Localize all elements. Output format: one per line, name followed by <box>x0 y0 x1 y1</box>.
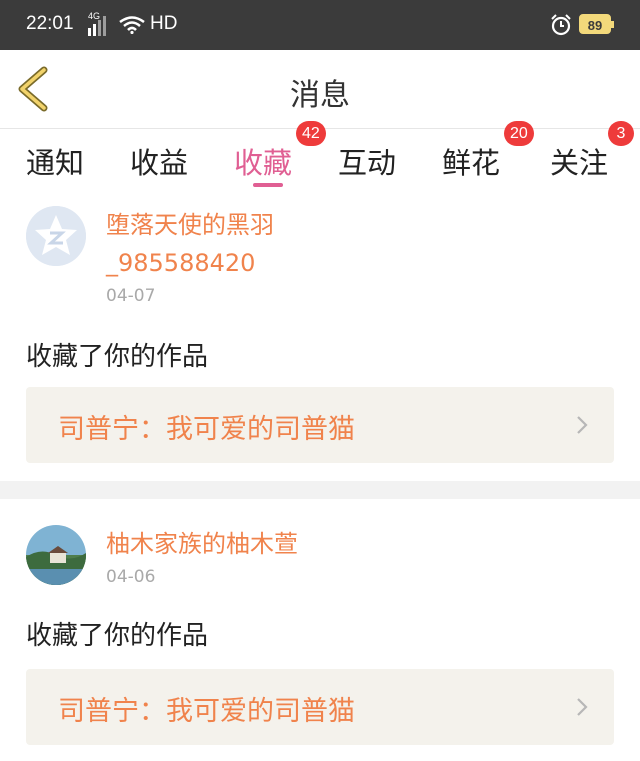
landscape-avatar-image <box>26 525 86 585</box>
date-label: 04-07 <box>106 286 156 306</box>
avatar[interactable] <box>26 206 86 266</box>
work-link[interactable]: 司普宁：我可爱的司普猫 <box>26 387 614 463</box>
list-item: 堕落天使的黑羽_985588420 04-07 收藏了你的作品 司普宁：我可爱的… <box>0 190 640 481</box>
active-tab-indicator <box>253 183 283 187</box>
following-badge: 3 <box>608 121 634 146</box>
user-name[interactable]: 柚木家族的柚木萱 <box>106 525 406 563</box>
avatar[interactable] <box>26 525 86 585</box>
tab-interactions[interactable]: 互动 <box>338 140 396 182</box>
work-title: 司普宁：我可爱的司普猫 <box>58 414 355 445</box>
qzone-star-icon <box>26 206 86 266</box>
tab-notifications[interactable]: 通知 <box>26 140 84 182</box>
tab-earnings[interactable]: 收益 <box>130 140 188 182</box>
alarm-icon <box>551 14 571 36</box>
cellular-signal-icon: 4G <box>88 11 106 36</box>
battery-level: 89 <box>587 18 603 33</box>
tab-bar: 通知 收益 收藏 42 互动 鲜花 20 关注 3 <box>0 121 640 190</box>
chevron-right-icon <box>577 416 588 434</box>
page-title: 消息 <box>290 78 350 113</box>
list-item: 柚木家族的柚木萱 04-06 收藏了你的作品 司普宁：我可爱的司普猫 <box>0 499 640 761</box>
chevron-right-icon <box>577 698 588 716</box>
tab-favorites[interactable]: 收藏 <box>234 140 292 182</box>
date-label: 04-06 <box>106 567 156 587</box>
favorites-badge: 42 <box>296 121 326 146</box>
tab-flowers[interactable]: 鲜花 <box>442 140 500 182</box>
nav-bar: 消息 <box>0 50 640 129</box>
battery-icon: 89 <box>579 14 614 34</box>
work-link[interactable]: 司普宁：我可爱的司普猫 <box>26 669 614 745</box>
wifi-icon <box>119 16 145 34</box>
work-title: 司普宁：我可爱的司普猫 <box>58 696 355 727</box>
flowers-badge: 20 <box>504 121 534 146</box>
section-divider <box>0 481 640 499</box>
status-bar: 22:01 4G HD 89 <box>0 0 640 50</box>
tab-following[interactable]: 关注 <box>550 140 608 182</box>
hd-indicator: HD <box>150 13 178 34</box>
user-name[interactable]: 堕落天使的黑羽_985588420 <box>106 206 406 282</box>
action-text: 收藏了你的作品 <box>26 621 209 651</box>
status-time: 22:01 <box>26 13 74 34</box>
action-text: 收藏了你的作品 <box>26 342 209 372</box>
